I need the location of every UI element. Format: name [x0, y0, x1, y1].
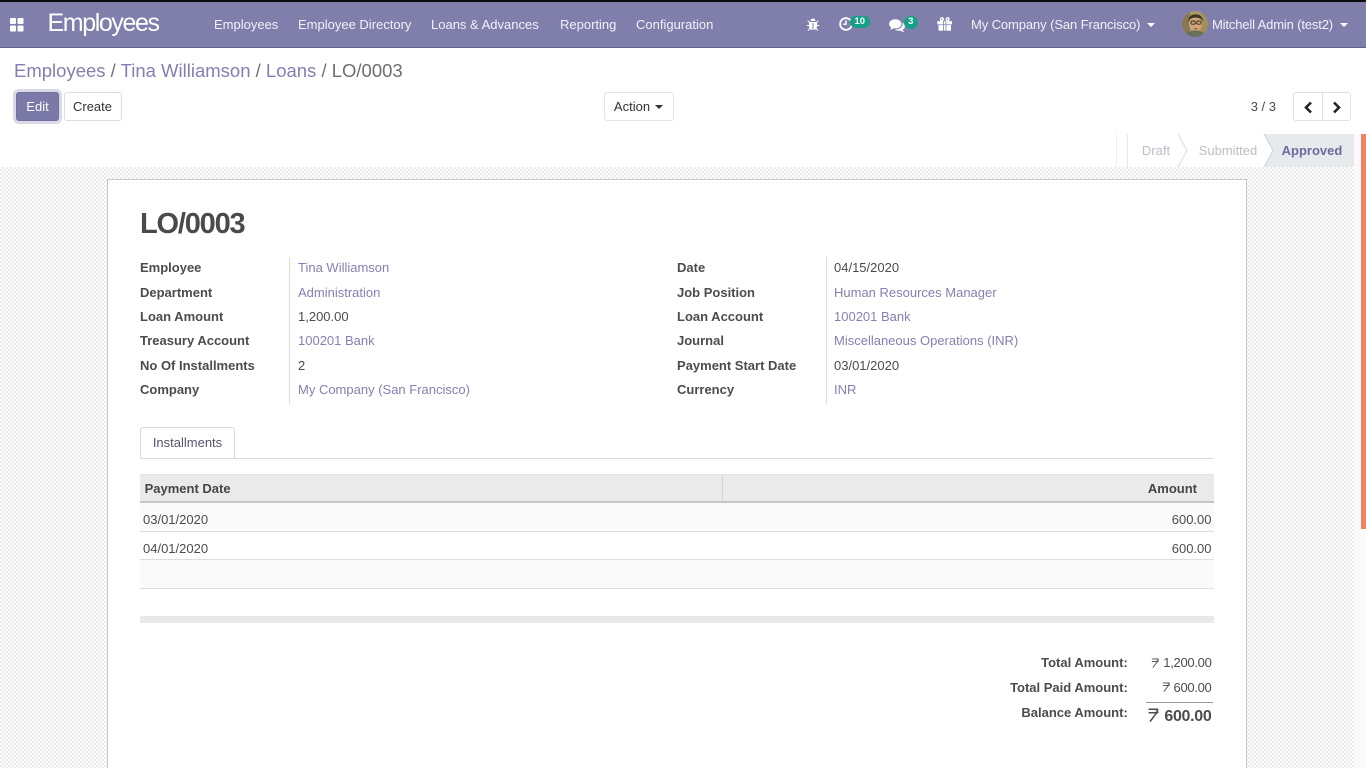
svg-text:Submitted: Submitted	[1199, 143, 1258, 158]
svg-text:Approved: Approved	[1282, 143, 1343, 158]
svg-text:Draft: Draft	[1142, 143, 1171, 158]
